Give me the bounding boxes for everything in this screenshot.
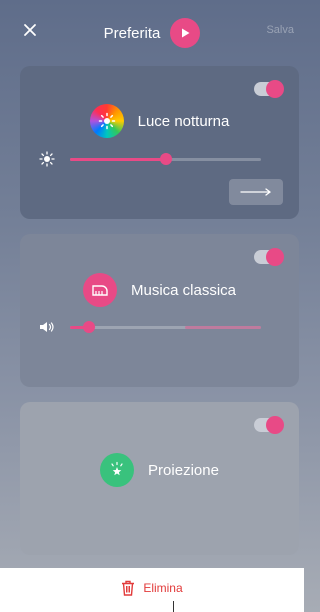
title-group: Preferita (0, 18, 304, 48)
footer-bar: Elimina (0, 568, 304, 612)
play-icon (182, 28, 190, 38)
classical-music-header: Musica classica (20, 273, 299, 307)
brightness-slider-thumb[interactable] (159, 153, 172, 165)
text-cursor (173, 601, 174, 612)
delete-button[interactable]: Elimina (0, 580, 304, 596)
next-button[interactable] (229, 179, 283, 205)
projection-toggle[interactable] (254, 416, 284, 434)
volume-icon (38, 318, 56, 336)
save-button[interactable]: Salva (266, 24, 294, 36)
classical-music-card: Musica classica (20, 234, 299, 387)
night-light-title: Luce notturna (137, 112, 230, 130)
play-button[interactable] (170, 18, 201, 48)
volume-slider-tail (184, 325, 261, 329)
classical-music-title: Musica classica (130, 281, 237, 299)
toggle-knob (266, 416, 284, 434)
brightness-slider-fill (70, 157, 166, 161)
projection-header: Proiezione (20, 453, 299, 487)
night-light-header: Luce notturna (20, 104, 299, 138)
trash-icon (122, 580, 135, 596)
brightness-icon (38, 150, 56, 168)
classical-music-toggle[interactable] (254, 248, 284, 266)
brightness-slider-row (38, 149, 261, 169)
projection-star-icon (100, 453, 135, 487)
piano-icon (82, 273, 117, 307)
volume-slider[interactable] (70, 321, 261, 333)
night-light-toggle[interactable] (254, 80, 284, 98)
toggle-knob (266, 80, 284, 98)
arrow-right-icon (240, 188, 272, 196)
volume-slider-row (38, 317, 261, 337)
projection-title: Proiezione (148, 461, 219, 479)
night-light-icon (89, 104, 124, 138)
volume-slider-thumb[interactable] (83, 321, 96, 333)
toggle-knob (266, 248, 284, 266)
brightness-slider[interactable] (70, 153, 261, 165)
header: Preferita Salva (0, 0, 304, 58)
night-light-card: Luce notturna (20, 66, 299, 219)
delete-label: Elimina (143, 581, 183, 595)
projection-card: Proiezione (20, 402, 299, 555)
page-title: Preferita (103, 24, 161, 42)
